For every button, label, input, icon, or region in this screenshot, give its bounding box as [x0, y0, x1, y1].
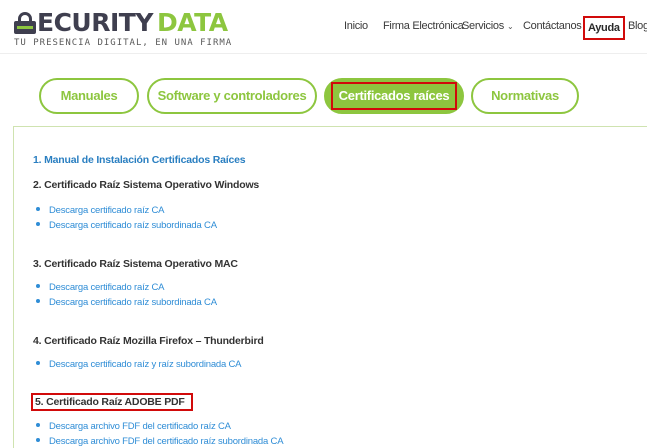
- nav-item-inicio[interactable]: Inicio: [344, 14, 368, 38]
- nav-item-firma-electronica[interactable]: Firma Electrónica: [383, 14, 464, 38]
- tab-software-controladores[interactable]: Software y controladores: [147, 78, 317, 114]
- nav-item-contactanos[interactable]: Contáctanos: [523, 14, 582, 38]
- download-link[interactable]: Descarga archivo FDF del certificado raí…: [36, 436, 284, 447]
- bullet-icon: [36, 361, 40, 366]
- bullet-icon: [36, 438, 40, 443]
- section-title-mac: 3. Certificado Raíz Sistema Operativo MA…: [33, 258, 238, 270]
- download-link-label: Descarga certificado raíz CA: [49, 205, 165, 216]
- download-link[interactable]: Descarga certificado raíz subordinada CA: [36, 220, 217, 231]
- tab-normativas-label: Normativas: [491, 88, 559, 103]
- site-header: ECURITY DATA TU PRESENCIA DIGITAL, EN UN…: [0, 0, 647, 54]
- tab-certificados-raices[interactable]: Certificados raíces: [324, 78, 464, 114]
- bullet-icon: [36, 207, 40, 212]
- download-link[interactable]: Descarga certificado raíz subordinada CA: [36, 297, 217, 308]
- logo-tagline: TU PRESENCIA DIGITAL, EN UNA FIRMA: [14, 38, 233, 48]
- tab-manuales[interactable]: Manuales: [39, 78, 139, 114]
- nav-item-ayuda[interactable]: Ayuda: [583, 16, 625, 40]
- download-link-label: Descarga archivo FDF del certificado raí…: [49, 421, 231, 432]
- download-link-label: Descarga certificado raíz CA: [49, 282, 165, 293]
- download-link[interactable]: Descarga certificado raíz CA: [36, 205, 165, 216]
- download-link-label: Descarga archivo FDF del certificado raí…: [49, 436, 284, 447]
- bullet-icon: [36, 423, 40, 428]
- bullet-icon: [36, 284, 40, 289]
- download-link-label: Descarga certificado raíz subordinada CA: [49, 297, 217, 308]
- section-title-adobe-pdf: 5. Certificado Raíz ADOBE PDF: [31, 393, 193, 411]
- bullet-icon: [36, 299, 40, 304]
- tab-normativas[interactable]: Normativas: [471, 78, 579, 114]
- nav-item-servicios-label: Servicios: [462, 20, 504, 32]
- tab-manuales-label: Manuales: [60, 88, 118, 103]
- nav-item-servicios[interactable]: Servicios ⌄: [462, 14, 514, 38]
- bullet-icon: [36, 222, 40, 227]
- main-nav: Inicio Firma Electrónica Servicios ⌄ Cont…: [0, 14, 647, 40]
- tab-certificados-raices-label: Certificados raíces: [330, 82, 458, 110]
- download-link-label: Descarga certificado raíz subordinada CA: [49, 220, 217, 231]
- download-link[interactable]: Descarga certificado raíz CA: [36, 282, 165, 293]
- manual-installation-link[interactable]: 1. Manual de Instalación Certificados Ra…: [33, 154, 246, 166]
- download-link[interactable]: Descarga archivo FDF del certificado raí…: [36, 421, 231, 432]
- section-title-firefox: 4. Certificado Raíz Mozilla Firefox – Th…: [33, 335, 264, 347]
- chevron-down-icon: ⌄: [506, 22, 514, 31]
- download-link-label: Descarga certificado raíz y raíz subordi…: [49, 359, 242, 370]
- nav-item-blog[interactable]: Blog: [628, 14, 647, 38]
- section-title-windows: 2. Certificado Raíz Sistema Operativo Wi…: [33, 179, 260, 191]
- tab-software-controladores-label: Software y controladores: [157, 88, 307, 103]
- download-link[interactable]: Descarga certificado raíz y raíz subordi…: [36, 359, 242, 370]
- certificates-panel: 1. Manual de Instalación Certificados Ra…: [13, 126, 647, 448]
- help-category-tabs: Manuales Software y controladores Certif…: [0, 78, 647, 116]
